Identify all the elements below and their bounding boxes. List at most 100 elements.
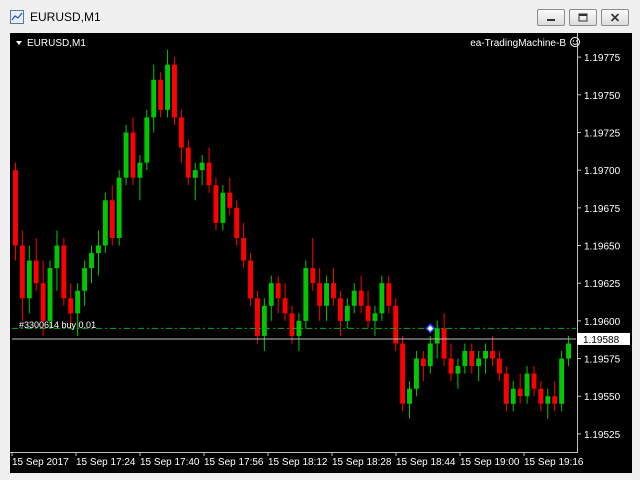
restore-icon bbox=[578, 13, 588, 22]
candle-body bbox=[151, 79, 157, 118]
current-price-label: 1.19588 bbox=[583, 335, 620, 346]
candle-body bbox=[303, 268, 309, 321]
candle-body bbox=[40, 283, 46, 321]
candle-body bbox=[26, 260, 32, 299]
time-tick-label: 15 Sep 18:28 bbox=[332, 457, 392, 468]
candle-body bbox=[462, 351, 468, 367]
candle-body bbox=[275, 283, 281, 299]
candle-body bbox=[393, 305, 399, 344]
candle-body bbox=[130, 132, 136, 178]
candle-body bbox=[172, 64, 177, 118]
time-tick-label: 15 Sep 17:56 bbox=[204, 457, 264, 468]
candle-body bbox=[496, 358, 502, 374]
candle-body bbox=[33, 260, 39, 284]
time-tick-label: 15 Sep 2017 bbox=[12, 457, 69, 468]
chart-menu-triangle-icon[interactable] bbox=[16, 41, 22, 45]
candle-body bbox=[379, 283, 385, 314]
title-bar[interactable]: EURUSD,M1 bbox=[0, 0, 640, 32]
candle-body bbox=[490, 351, 495, 359]
candle-body bbox=[317, 283, 323, 306]
price-tick-label: 1.19700 bbox=[584, 166, 621, 177]
candle-body bbox=[178, 117, 184, 148]
window-title: EURUSD,M1 bbox=[30, 10, 101, 24]
candle-body bbox=[310, 268, 316, 284]
candle-body bbox=[199, 162, 205, 171]
price-tick-label: 1.19525 bbox=[584, 430, 621, 441]
minimize-icon bbox=[547, 19, 555, 21]
candle-body bbox=[144, 117, 150, 163]
candle-body bbox=[455, 366, 461, 374]
order-arrow-icon[interactable] bbox=[425, 323, 436, 334]
candle-body bbox=[427, 343, 433, 367]
time-tick-label: 15 Sep 17:24 bbox=[76, 457, 136, 468]
candle-body bbox=[510, 388, 516, 404]
candle-body bbox=[89, 253, 94, 269]
candle-body bbox=[261, 305, 267, 336]
price-tick-label: 1.19600 bbox=[584, 317, 621, 328]
candle-body bbox=[386, 283, 392, 306]
candle-body bbox=[165, 64, 171, 110]
close-icon bbox=[610, 13, 620, 22]
symbol-label: EURUSD,M1 bbox=[27, 38, 86, 49]
price-chart[interactable]: 1.19775 1.19750 1.19725 1.19700 1.19675 1.196… bbox=[10, 33, 632, 473]
time-tick-label: 15 Sep 18:12 bbox=[268, 457, 328, 468]
price-axis-border bbox=[577, 33, 578, 453]
candle-body bbox=[372, 313, 378, 321]
chart-app-icon bbox=[10, 10, 24, 24]
candle-body bbox=[559, 358, 565, 404]
candle-body bbox=[254, 298, 260, 336]
smiley-icon[interactable] bbox=[570, 37, 580, 47]
candle-body bbox=[407, 388, 412, 404]
price-tick-label: 1.19575 bbox=[584, 355, 621, 366]
candle-body bbox=[282, 298, 288, 314]
candle-body bbox=[68, 298, 74, 314]
candle-body bbox=[469, 351, 475, 367]
candle-body bbox=[137, 162, 143, 178]
price-tick-label: 1.19725 bbox=[584, 128, 621, 139]
candle-body bbox=[324, 283, 330, 306]
candle-body bbox=[206, 162, 212, 186]
candle-body bbox=[192, 170, 198, 178]
candle-body bbox=[220, 192, 226, 223]
price-axis: 1.19775 1.19750 1.19725 1.19700 1.19675 1.196… bbox=[577, 53, 621, 441]
candle-body bbox=[19, 245, 25, 299]
time-axis: 15 Sep 2017 15 Sep 17:24 15 Sep 17:40 15 Se… bbox=[11, 452, 584, 468]
price-tick-label: 1.19750 bbox=[584, 91, 621, 102]
candle-body bbox=[441, 328, 447, 359]
candle-body bbox=[158, 79, 164, 110]
candle-body bbox=[13, 170, 18, 246]
candle-body bbox=[566, 343, 571, 359]
time-tick-label: 15 Sep 18:44 bbox=[396, 457, 456, 468]
restore-button[interactable] bbox=[569, 9, 597, 26]
time-tick-label: 15 Sep 17:40 bbox=[140, 457, 200, 468]
candle-body bbox=[400, 343, 406, 404]
candle-body bbox=[413, 358, 419, 389]
candle-body bbox=[503, 373, 509, 404]
minimize-button[interactable] bbox=[537, 9, 565, 26]
candle-body bbox=[234, 207, 240, 238]
candle-body bbox=[337, 298, 343, 321]
candle-body bbox=[365, 305, 371, 321]
candle-body bbox=[420, 358, 426, 367]
price-tick-label: 1.19675 bbox=[584, 204, 621, 215]
time-axis-border bbox=[10, 452, 578, 453]
close-button[interactable] bbox=[601, 9, 629, 26]
candle-body bbox=[448, 358, 454, 374]
candle-body bbox=[61, 245, 67, 299]
candle-body bbox=[54, 245, 60, 269]
candle-body bbox=[552, 396, 558, 404]
candle-body bbox=[476, 358, 482, 367]
candle-body bbox=[538, 388, 544, 404]
candle-body bbox=[241, 237, 247, 261]
order-label: #33006​14 buy 0.01 bbox=[19, 320, 96, 330]
candle-body bbox=[545, 396, 551, 404]
candle-body bbox=[248, 260, 253, 299]
candle-body bbox=[344, 305, 350, 321]
candle-body bbox=[102, 200, 108, 246]
candle-body bbox=[95, 245, 101, 254]
candle-body bbox=[524, 373, 530, 397]
candle-body bbox=[123, 132, 129, 178]
candles-group bbox=[13, 49, 571, 419]
time-tick-label: 15 Sep 19:16 bbox=[524, 457, 584, 468]
chart-area[interactable]: 1.19775 1.19750 1.19725 1.19700 1.19675 1.196… bbox=[10, 33, 632, 473]
